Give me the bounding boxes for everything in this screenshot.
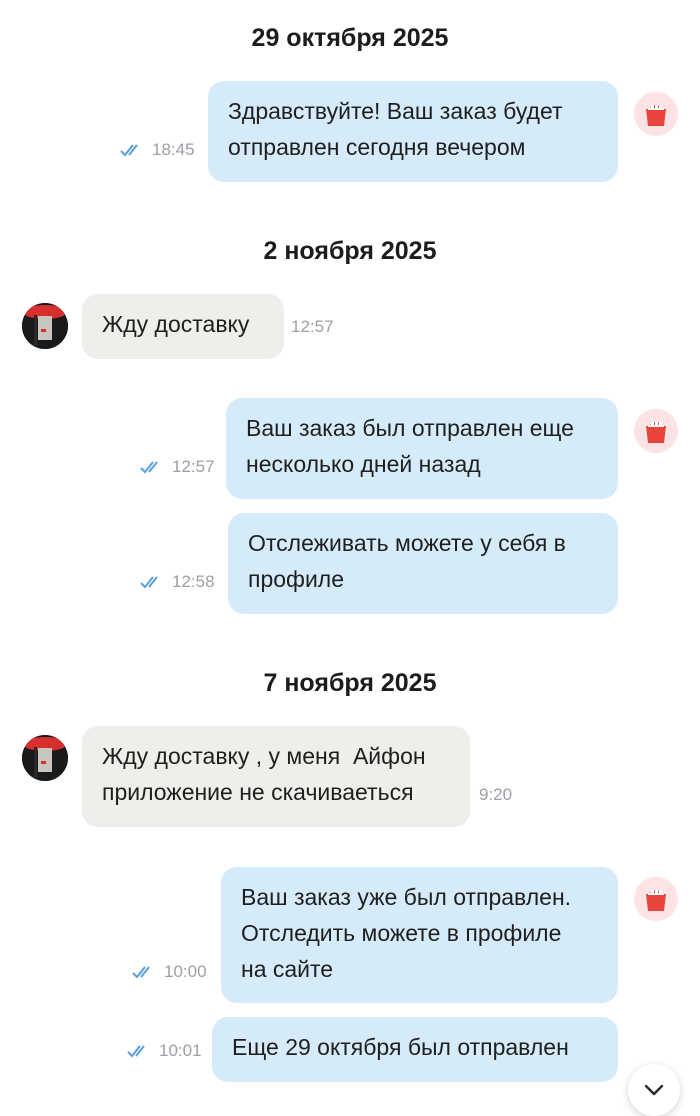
scroll-down-button[interactable] [628,1064,680,1116]
message-time: 18:45 [152,140,195,159]
double-check-icon [140,576,158,589]
message-meta: 10:00 [132,962,207,982]
user-avatar[interactable] [22,735,68,781]
message-bubble-outgoing[interactable]: Ваш заказ был отправлен еще несколько дн… [226,398,618,499]
message-meta: 18:45 [120,140,195,160]
chevron-down-icon [644,1084,664,1096]
message-text-line: приложение не скачиваеться [102,779,414,805]
date-separator: 2 ноября 2025 [263,237,437,265]
message-text-line: на сайте [241,956,334,982]
message-time: 12:57 [291,317,334,336]
message-text-line: Еще 29 октября был отправлен [232,1034,569,1060]
message-text-line: Отслеживать можете у себя в [248,530,566,556]
message-text-line: Жду доставку [102,311,250,337]
message-meta: 10:01 [127,1041,202,1061]
message-time: 12:58 [172,572,215,591]
message-meta: 12:57 [140,457,215,477]
message-text-line: Ваш заказ был отправлен еще [246,415,574,441]
message-bubble-outgoing[interactable]: Отслеживать можете у себя в профиле [228,513,618,614]
message-text-line: профиле [248,566,345,592]
date-separator: 29 октября 2025 [251,24,449,52]
message-bubble-outgoing[interactable]: Ваш заказ уже был отправлен. Отследить м… [221,867,618,1003]
message-text-line: отправлен сегодня вечером [228,134,526,160]
message-bubble-incoming[interactable]: Жду доставку [82,294,284,359]
double-check-icon [120,144,138,157]
shop-bag-avatar-icon[interactable] [634,877,678,921]
date-separator: 7 ноября 2025 [263,669,437,697]
message-time: 9:20 [479,785,513,804]
message-text-line: несколько дней назад [246,451,481,477]
message-text-line: Отследить можете в профиле [241,920,562,946]
message-bubble-outgoing[interactable]: Здравствуйте! Ваш заказ будет отправлен … [208,81,618,182]
message-text-line: Жду доставку , у меня Айфон [102,743,426,769]
double-check-icon [140,461,158,474]
shop-bag-avatar-icon[interactable] [634,92,678,136]
message-time: 10:01 [159,1041,202,1060]
message-text-line: Ваш заказ уже был отправлен. [241,884,572,910]
message-meta: 12:58 [140,572,215,592]
message-text-line: Здравствуйте! Ваш заказ будет [228,98,563,124]
message-time: 12:57 [172,457,215,476]
message-bubble-incoming[interactable]: Жду доставку , у меня Айфон приложение н… [82,726,470,827]
double-check-icon [127,1045,145,1058]
message-bubble-outgoing[interactable]: Еще 29 октября был отправлен [212,1017,618,1082]
user-avatar[interactable] [22,303,68,349]
shop-bag-avatar-icon[interactable] [634,409,678,453]
message-time: 10:00 [164,962,207,981]
double-check-icon [132,966,150,979]
